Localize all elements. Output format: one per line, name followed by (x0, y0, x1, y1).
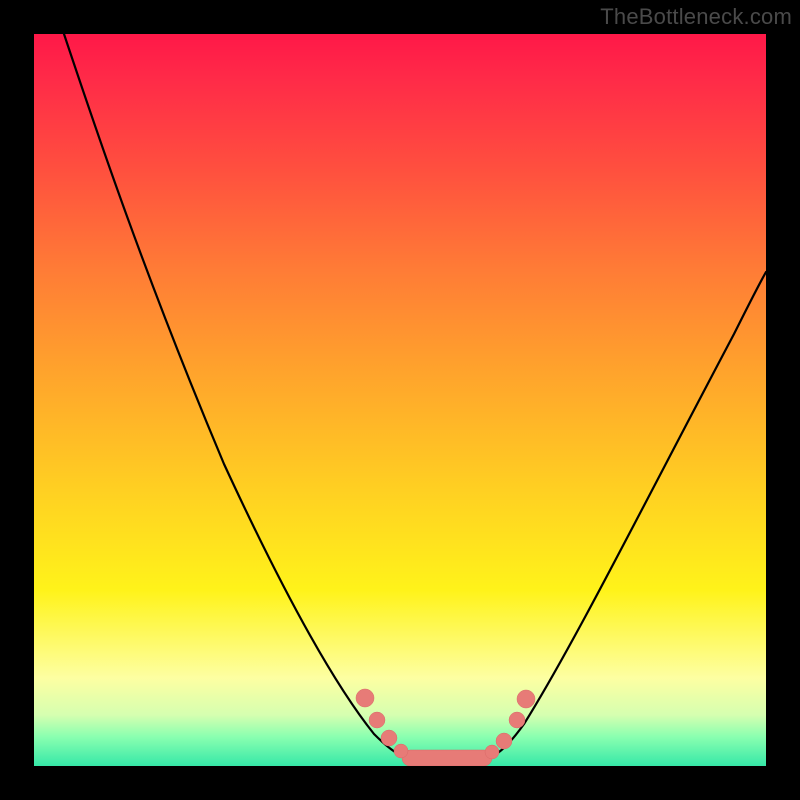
outer-frame: TheBottleneck.com (0, 0, 800, 800)
valley-bar (402, 750, 492, 766)
bottleneck-curve (64, 34, 766, 761)
marker-dot (485, 745, 499, 759)
watermark-text: TheBottleneck.com (600, 4, 792, 30)
plot-area (34, 34, 766, 766)
marker-dot (381, 730, 397, 746)
marker-dot (394, 744, 408, 758)
marker-dot (496, 733, 512, 749)
marker-dot (509, 712, 525, 728)
bottleneck-curve-svg (34, 34, 766, 766)
marker-dot (369, 712, 385, 728)
marker-dot (356, 689, 374, 707)
marker-dot (517, 690, 535, 708)
